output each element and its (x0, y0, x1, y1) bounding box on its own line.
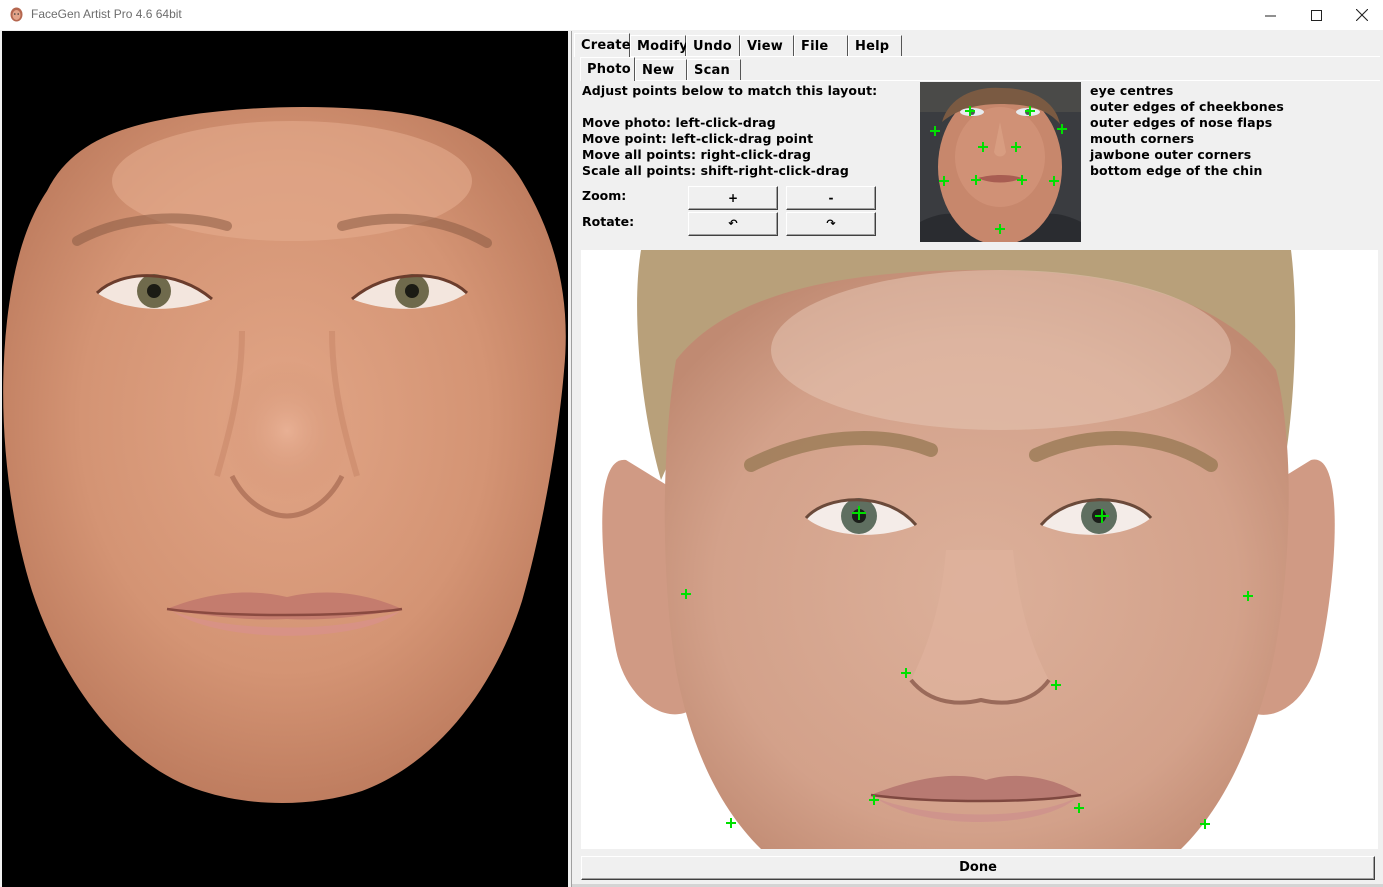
tab-photo[interactable]: Photo (580, 57, 635, 81)
legend-item: outer edges of cheekbones (1090, 99, 1284, 114)
reference-face-image (920, 82, 1081, 242)
tab-undo[interactable]: Undo (686, 35, 740, 57)
instructions: Adjust points below to match this layout… (582, 83, 877, 179)
3d-face-viewport[interactable] (2, 31, 568, 887)
sub-tabs: Photo New Scan (580, 57, 741, 81)
sub-tabs-divider (635, 80, 1380, 81)
menu-tabs-divider (630, 56, 1380, 57)
rotate-ccw-button[interactable]: ↶ (688, 212, 778, 236)
tab-modify[interactable]: Modify (630, 35, 688, 57)
subject-photo (581, 250, 1378, 849)
app-icon (10, 7, 23, 22)
instruction-line: Move all points: right-click-drag (582, 147, 811, 162)
close-button[interactable] (1339, 0, 1383, 30)
tab-new[interactable]: New (635, 59, 687, 81)
rotate-label: Rotate: (582, 214, 635, 229)
rotate-cw-button[interactable]: ↷ (786, 212, 876, 236)
reference-layout-thumbnail (920, 82, 1081, 242)
legend-item: jawbone outer corners (1090, 147, 1252, 162)
landmark-legend: eye centres outer edges of cheekbones ou… (1090, 83, 1284, 179)
legend-item: eye centres (1090, 83, 1174, 98)
maximize-icon (1310, 9, 1322, 21)
tab-create[interactable]: Create (574, 33, 631, 57)
done-button[interactable]: Done (581, 856, 1375, 880)
title-bar: FaceGen Artist Pro 4.6 64bit (0, 0, 1383, 30)
photo-canvas[interactable] (581, 250, 1378, 849)
minimize-icon (1264, 15, 1276, 16)
zoom-label: Zoom: (582, 188, 627, 203)
instruction-line: Move photo: left-click-drag (582, 115, 776, 130)
legend-item: mouth corners (1090, 131, 1195, 146)
tab-help[interactable]: Help (848, 35, 902, 57)
menu-tabs: Create Modify Undo View File Help (574, 33, 902, 57)
maximize-button[interactable] (1293, 0, 1339, 30)
zoom-in-button[interactable]: + (688, 186, 778, 210)
minimize-button[interactable] (1247, 0, 1293, 30)
tab-scan[interactable]: Scan (687, 59, 741, 81)
control-panel: Create Modify Undo View File Help Photo … (571, 31, 1383, 887)
instructions-heading: Adjust points below to match this layout… (582, 83, 878, 98)
zoom-out-button[interactable]: - (786, 186, 876, 210)
close-icon (1356, 9, 1368, 21)
instruction-line: Move point: left-click-drag point (582, 131, 814, 146)
tab-file[interactable]: File (794, 35, 848, 57)
window-title: FaceGen Artist Pro 4.6 64bit (31, 7, 182, 21)
instruction-line: Scale all points: shift-right-click-drag (582, 163, 849, 178)
tab-view[interactable]: View (740, 35, 794, 57)
3d-face-render (3, 107, 566, 803)
legend-item: outer edges of nose flaps (1090, 115, 1273, 130)
legend-item: bottom edge of the chin (1090, 163, 1263, 178)
